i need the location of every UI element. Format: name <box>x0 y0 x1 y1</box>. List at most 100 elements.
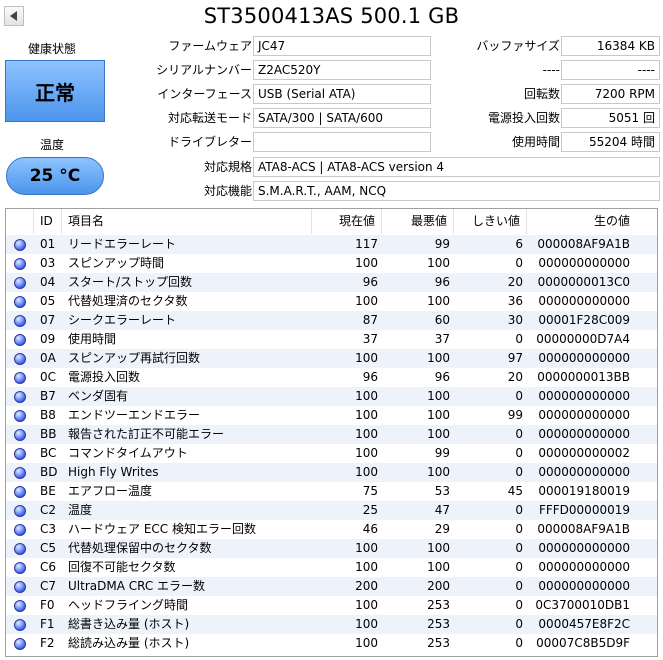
attribute-current: 100 <box>355 408 378 422</box>
attribute-name: 電源投入回数 <box>68 370 141 384</box>
table-row[interactable]: 09 使用時間 37 37 0 00000000D7A4 <box>6 330 657 349</box>
attribute-threshold: 20 <box>507 275 523 289</box>
attribute-worst: 53 <box>434 484 450 498</box>
table-row[interactable]: B7 ベンダ固有 100 100 0 000000000000 <box>6 387 657 406</box>
table-row[interactable]: 03 スピンアップ時間 100 100 0 000000000000 <box>6 254 657 273</box>
header-name[interactable]: 項目名 <box>62 209 312 234</box>
header-worst[interactable]: 最悪値 <box>382 209 454 234</box>
status-dot-icon <box>14 504 26 517</box>
status-cell <box>6 463 34 482</box>
interface-field: USB (Serial ATA) <box>253 84 431 104</box>
table-row[interactable]: F2 総読み込み量 (ホスト) 100 253 0 00007C8B5D9F <box>6 634 657 653</box>
table-row[interactable]: BC コマンドタイムアウト 100 99 0 000000000002 <box>6 444 657 463</box>
rotation-field: 7200 RPM <box>561 84 660 104</box>
attribute-current: 117 <box>355 237 378 251</box>
attribute-id: C2 <box>40 503 57 517</box>
table-row[interactable]: C3 ハードウェア ECC 検知エラー回数 46 29 0 000008AF9A1B <box>6 520 657 539</box>
status-dot-icon <box>14 599 26 612</box>
power-on-hours-field: 55204 時間 <box>561 132 660 152</box>
rotation-label: 回転数 <box>523 87 560 101</box>
attribute-threshold: 0 <box>515 332 523 346</box>
attribute-current: 100 <box>355 617 378 631</box>
buffer-size-field: 16384 KB <box>561 36 660 56</box>
status-cell <box>6 520 34 539</box>
attribute-threshold: 20 <box>507 370 523 384</box>
status-cell <box>6 254 34 273</box>
table-row[interactable]: BD High Fly Writes 100 100 0 000000000000 <box>6 463 657 482</box>
attribute-name: エンドツーエンドエラー <box>68 408 201 422</box>
attribute-threshold: 0 <box>515 465 523 479</box>
attribute-name: ベンダ固有 <box>68 389 129 403</box>
attribute-worst: 100 <box>427 256 450 270</box>
attribute-threshold: 0 <box>515 256 523 270</box>
status-cell <box>6 368 34 387</box>
standard-label: 対応規格 <box>203 160 252 174</box>
status-cell <box>6 444 34 463</box>
attribute-worst: 99 <box>434 237 450 251</box>
table-row[interactable]: C6 回復不可能セクタ数 100 100 0 000000000000 <box>6 558 657 577</box>
attribute-worst: 253 <box>427 598 450 612</box>
attribute-id: C7 <box>40 579 57 593</box>
attribute-name: スピンアップ時間 <box>68 256 165 270</box>
status-dot-icon <box>14 580 26 593</box>
status-dot-icon <box>14 390 26 403</box>
attribute-raw: 00000000D7A4 <box>536 332 630 346</box>
status-cell <box>6 577 34 596</box>
status-cell <box>6 235 34 254</box>
table-row[interactable]: F1 総書き込み量 (ホスト) 100 253 0 0000457E8F2C <box>6 615 657 634</box>
temperature-badge[interactable]: 25 °C <box>6 157 104 195</box>
attribute-name: コマンドタイムアウト <box>68 446 188 460</box>
attribute-raw: 000000000000 <box>538 351 630 365</box>
attribute-worst: 60 <box>434 313 450 327</box>
attribute-name: High Fly Writes <box>68 465 159 479</box>
status-cell <box>6 539 34 558</box>
attribute-threshold: 45 <box>507 484 523 498</box>
status-cell <box>6 501 34 520</box>
table-row[interactable]: 01 リードエラーレート 117 99 6 000008AF9A1B <box>6 235 657 254</box>
table-row[interactable]: 07 シークエラーレート 87 60 30 00001F28C009 <box>6 311 657 330</box>
health-status-badge[interactable]: 正常 <box>5 60 105 122</box>
header-status[interactable] <box>6 209 34 234</box>
standard-field: ATA8-ACS | ATA8-ACS version 4 <box>253 157 660 177</box>
smart-table[interactable]: ID 項目名 現在値 最悪値 しきい値 生の値 01 リードエラーレート 117 99… <box>5 208 658 657</box>
attribute-raw: 000000000000 <box>538 579 630 593</box>
attribute-raw: 000000000000 <box>538 408 630 422</box>
attribute-id: C6 <box>40 560 57 574</box>
status-cell <box>6 596 34 615</box>
attribute-worst: 100 <box>427 294 450 308</box>
table-row[interactable]: C5 代替処理保留中のセクタ数 100 100 0 000000000000 <box>6 539 657 558</box>
status-dot-icon <box>14 561 26 574</box>
table-row[interactable]: B8 エンドツーエンドエラー 100 100 99 000000000000 <box>6 406 657 425</box>
attribute-current: 100 <box>355 427 378 441</box>
header-current[interactable]: 現在値 <box>312 209 382 234</box>
attribute-threshold: 0 <box>515 541 523 555</box>
table-row[interactable]: BE エアフロー温度 75 53 45 000019180019 <box>6 482 657 501</box>
table-row[interactable]: C7 UltraDMA CRC エラー数 200 200 0 000000000000 <box>6 577 657 596</box>
status-dot-icon <box>14 447 26 460</box>
header-raw[interactable]: 生の値 <box>527 209 636 234</box>
attribute-worst: 37 <box>434 332 450 346</box>
attribute-id: 03 <box>40 256 56 270</box>
attribute-current: 100 <box>355 465 378 479</box>
status-cell <box>6 558 34 577</box>
attribute-name: 温度 <box>68 503 93 517</box>
attribute-worst: 100 <box>427 560 450 574</box>
table-row[interactable]: C2 温度 25 47 0 FFFD00000019 <box>6 501 657 520</box>
table-row[interactable]: BB 報告された訂正不可能エラー 100 100 0 000000000000 <box>6 425 657 444</box>
table-row[interactable]: 05 代替処理済のセクタ数 100 100 36 000000000000 <box>6 292 657 311</box>
attribute-threshold: 6 <box>515 237 523 251</box>
status-dot-icon <box>14 352 26 365</box>
attribute-worst: 47 <box>434 503 450 517</box>
header-id[interactable]: ID <box>34 209 62 234</box>
attribute-name: ハードウェア ECC 検知エラー回数 <box>68 522 256 536</box>
blank-label: ---- <box>542 63 560 77</box>
table-row[interactable]: 0C 電源投入回数 96 96 20 0000000013BB <box>6 368 657 387</box>
attribute-id: 05 <box>40 294 56 308</box>
header-threshold[interactable]: しきい値 <box>454 209 527 234</box>
status-cell <box>6 387 34 406</box>
status-cell <box>6 273 34 292</box>
drive-letter-label: ドライブレター <box>167 135 252 149</box>
table-row[interactable]: 04 スタート/ストップ回数 96 96 20 0000000013C0 <box>6 273 657 292</box>
table-row[interactable]: F0 ヘッドフライング時間 100 253 0 0C3700010DB1 <box>6 596 657 615</box>
table-row[interactable]: 0A スピンアップ再試行回数 100 100 97 000000000000 <box>6 349 657 368</box>
